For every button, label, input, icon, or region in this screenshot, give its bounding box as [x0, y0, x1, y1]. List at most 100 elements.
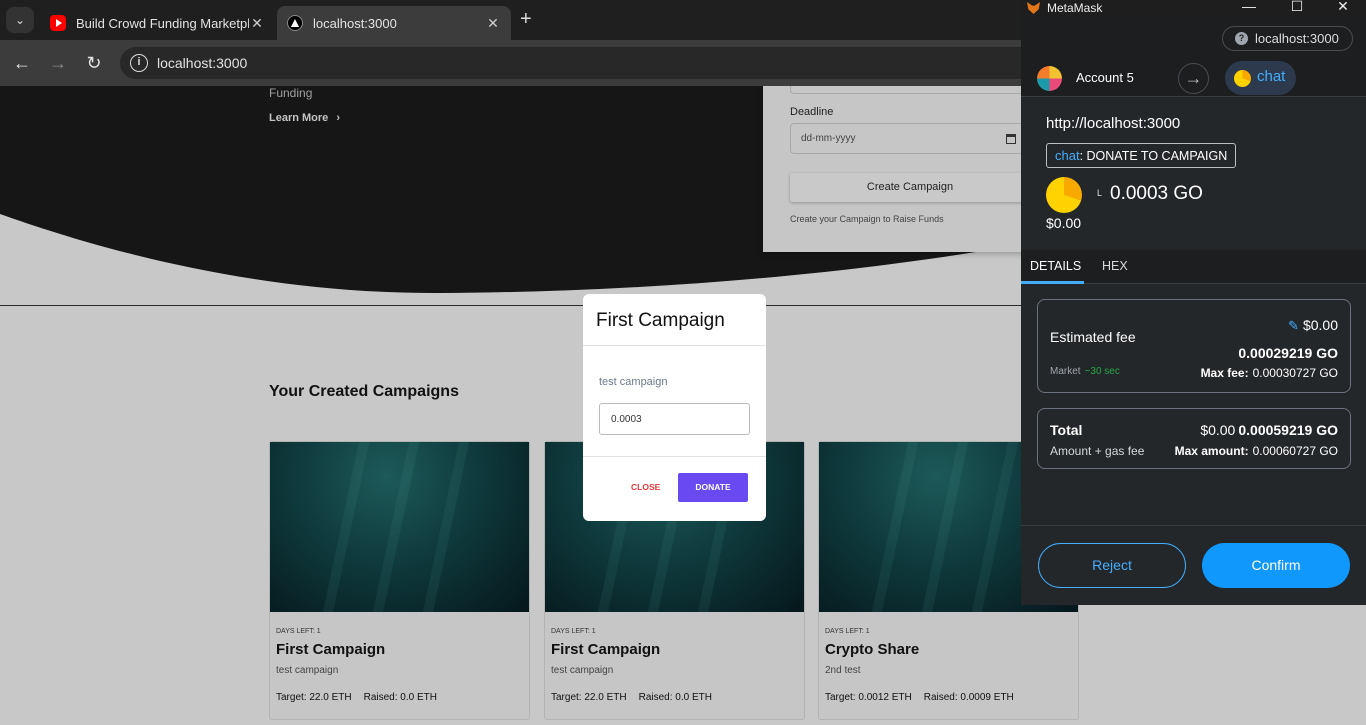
recipient-label: chat — [1257, 68, 1286, 85]
campaign-description: test campaign — [276, 665, 339, 676]
active-tab-indicator — [1021, 281, 1084, 284]
browser-tab-localhost[interactable]: localhost:3000 ✕ — [277, 6, 511, 40]
account-bar: Account 5 → chat — [1021, 61, 1366, 97]
tab-close-icon[interactable]: ✕ — [249, 15, 265, 32]
section-title: Your Created Campaigns — [269, 383, 459, 400]
edit-pencil-icon[interactable]: ✎ — [1288, 318, 1299, 333]
metamask-footer: Reject Confirm — [1021, 525, 1366, 605]
campaign-description: 2nd test — [825, 665, 861, 676]
back-arrow-icon[interactable]: ← — [11, 52, 33, 74]
deadline-placeholder: dd-mm-yyyy — [801, 133, 856, 144]
max-fee-row: Max fee: 0.00030727 GO — [1201, 366, 1338, 380]
metamask-fox-icon — [1027, 2, 1040, 14]
calendar-icon[interactable] — [1006, 134, 1016, 144]
tab-details[interactable]: DETAILS — [1030, 259, 1081, 273]
max-amount-row: Max amount: 0.00060727 GO — [1175, 444, 1338, 458]
estimated-fee-native: 0.00029219 GO — [1238, 345, 1338, 361]
create-campaign-hint: Create your Campaign to Raise Funds — [790, 214, 944, 224]
total-fiat: $0.00 — [1200, 422, 1236, 438]
donate-button[interactable]: DONATE — [678, 473, 748, 502]
address-text[interactable]: localhost:3000 — [157, 55, 247, 71]
campaign-card[interactable]: DAYS LEFT: 1 First Campaign test campaig… — [269, 441, 530, 720]
modal-description: test campaign — [599, 376, 668, 388]
hero-funding-text: Funding — [269, 86, 313, 100]
close-button[interactable]: CLOSE — [631, 482, 660, 492]
learn-more-label: Learn More — [269, 112, 329, 124]
detail-tabs: DETAILS HEX — [1021, 250, 1366, 284]
reject-button[interactable]: Reject — [1038, 543, 1186, 588]
tab-close-icon[interactable]: ✕ — [485, 15, 501, 32]
days-left: DAYS LEFT: 1 — [551, 628, 596, 635]
forward-arrow-icon[interactable]: → — [47, 52, 69, 74]
campaign-target: Target: 22.0 ETH — [276, 692, 352, 703]
minimize-icon[interactable]: — — [1239, 0, 1259, 14]
account-avatar — [1037, 66, 1062, 91]
token-icon — [1046, 177, 1082, 213]
deadline-date-input[interactable]: dd-mm-yyyy — [790, 123, 1025, 154]
tab-hex[interactable]: HEX — [1102, 259, 1128, 273]
metamask-titlebar: MetaMask — ☐ ✕ — [1021, 0, 1366, 17]
campaign-stats: Target: 0.0012 ETH Raised: 0.0009 ETH — [825, 692, 1014, 703]
contract-avatar — [1234, 70, 1251, 87]
modal-divider — [583, 456, 766, 457]
method-name: : DONATE TO CAMPAIGN — [1079, 149, 1228, 163]
max-fee-label: Max fee: — [1200, 366, 1249, 380]
campaign-raised: Raised: 0.0 ETH — [638, 692, 712, 703]
campaign-stats: Target: 22.0 ETH Raised: 0.0 ETH — [551, 692, 712, 703]
estimated-fee-box: Estimated fee ✎ $0.00 0.00029219 GO Marke… — [1037, 299, 1351, 393]
days-left: DAYS LEFT: 1 — [825, 628, 870, 635]
campaign-title: Crypto Share — [825, 641, 920, 658]
form-input[interactable] — [790, 86, 1030, 94]
total-sub-label: Amount + gas fee — [1050, 444, 1145, 458]
campaign-stats: Target: 22.0 ETH Raised: 0.0 ETH — [276, 692, 437, 703]
site-info-icon[interactable]: i — [130, 54, 148, 72]
create-campaign-form: Deadline dd-mm-yyyy Create Campaign Crea… — [763, 86, 1033, 252]
chevron-right-icon: › — [336, 112, 341, 124]
days-left: DAYS LEFT: 1 — [276, 628, 321, 635]
create-campaign-button[interactable]: Create Campaign — [790, 173, 1030, 202]
question-icon: ? — [1235, 32, 1248, 45]
maximize-icon[interactable]: ☐ — [1287, 0, 1307, 15]
new-tab-button[interactable]: + — [520, 8, 532, 31]
market-time: ~30 sec — [1084, 366, 1120, 377]
market-timing: Market ~30 sec — [1050, 366, 1120, 377]
token-letter: L — [1097, 188, 1103, 198]
youtube-icon — [50, 15, 66, 31]
donation-amount-input[interactable]: 0.0003 — [599, 403, 750, 435]
total-box: Total $0.00 0.00059219 GO Amount + gas fe… — [1037, 408, 1351, 469]
estimated-fee-fiat: $0.00 — [1302, 317, 1338, 333]
browser-tab-youtube[interactable]: Build Crowd Funding Marketplace ✕ — [40, 6, 275, 40]
campaign-title: First Campaign — [551, 641, 661, 658]
metamask-header: ? localhost:3000 — [1021, 17, 1366, 61]
max-amount-value: 0.00060727 GO — [1252, 444, 1338, 458]
close-window-icon[interactable]: ✕ — [1333, 0, 1353, 15]
total-native: 0.00059219 GO — [1238, 422, 1338, 438]
confirm-button[interactable]: Confirm — [1202, 543, 1350, 588]
window-title: MetaMask — [1047, 1, 1103, 15]
campaign-description: test campaign — [551, 665, 614, 676]
arrow-right-icon: → — [1178, 63, 1209, 94]
max-fee-value: 0.00030727 GO — [1252, 366, 1338, 380]
estimated-fee-label: Estimated fee — [1050, 329, 1136, 345]
campaign-title: First Campaign — [276, 641, 386, 658]
modal-title: First Campaign — [596, 310, 725, 331]
modal-divider — [583, 345, 766, 346]
connected-site-chip[interactable]: ? localhost:3000 — [1222, 26, 1353, 51]
campaign-target: Target: 22.0 ETH — [551, 692, 627, 703]
total-label: Total — [1050, 422, 1083, 438]
site-chip-label: localhost:3000 — [1255, 31, 1339, 46]
metamask-popup: MetaMask — ☐ ✕ ? localhost:3000 Account … — [1021, 0, 1366, 605]
reload-icon[interactable]: ↻ — [83, 52, 105, 74]
learn-more-link[interactable]: Learn More › — [269, 112, 340, 124]
account-name[interactable]: Account 5 — [1076, 70, 1134, 85]
estimated-fee-fiat-row: ✎ $0.00 — [1288, 317, 1338, 334]
request-origin: http://localhost:3000 — [1046, 115, 1181, 132]
recipient-chip[interactable]: chat — [1225, 61, 1296, 95]
campaign-target: Target: 0.0012 ETH — [825, 692, 912, 703]
tab-search-menu-button[interactable]: ⌄ — [6, 7, 34, 33]
campaign-raised: Raised: 0.0009 ETH — [923, 692, 1014, 703]
tab-title: Build Crowd Funding Marketplace — [76, 15, 249, 31]
transaction-fiat: $0.00 — [1046, 215, 1082, 231]
method-badge: chat: DONATE TO CAMPAIGN — [1046, 143, 1237, 168]
campaign-image — [270, 442, 529, 612]
